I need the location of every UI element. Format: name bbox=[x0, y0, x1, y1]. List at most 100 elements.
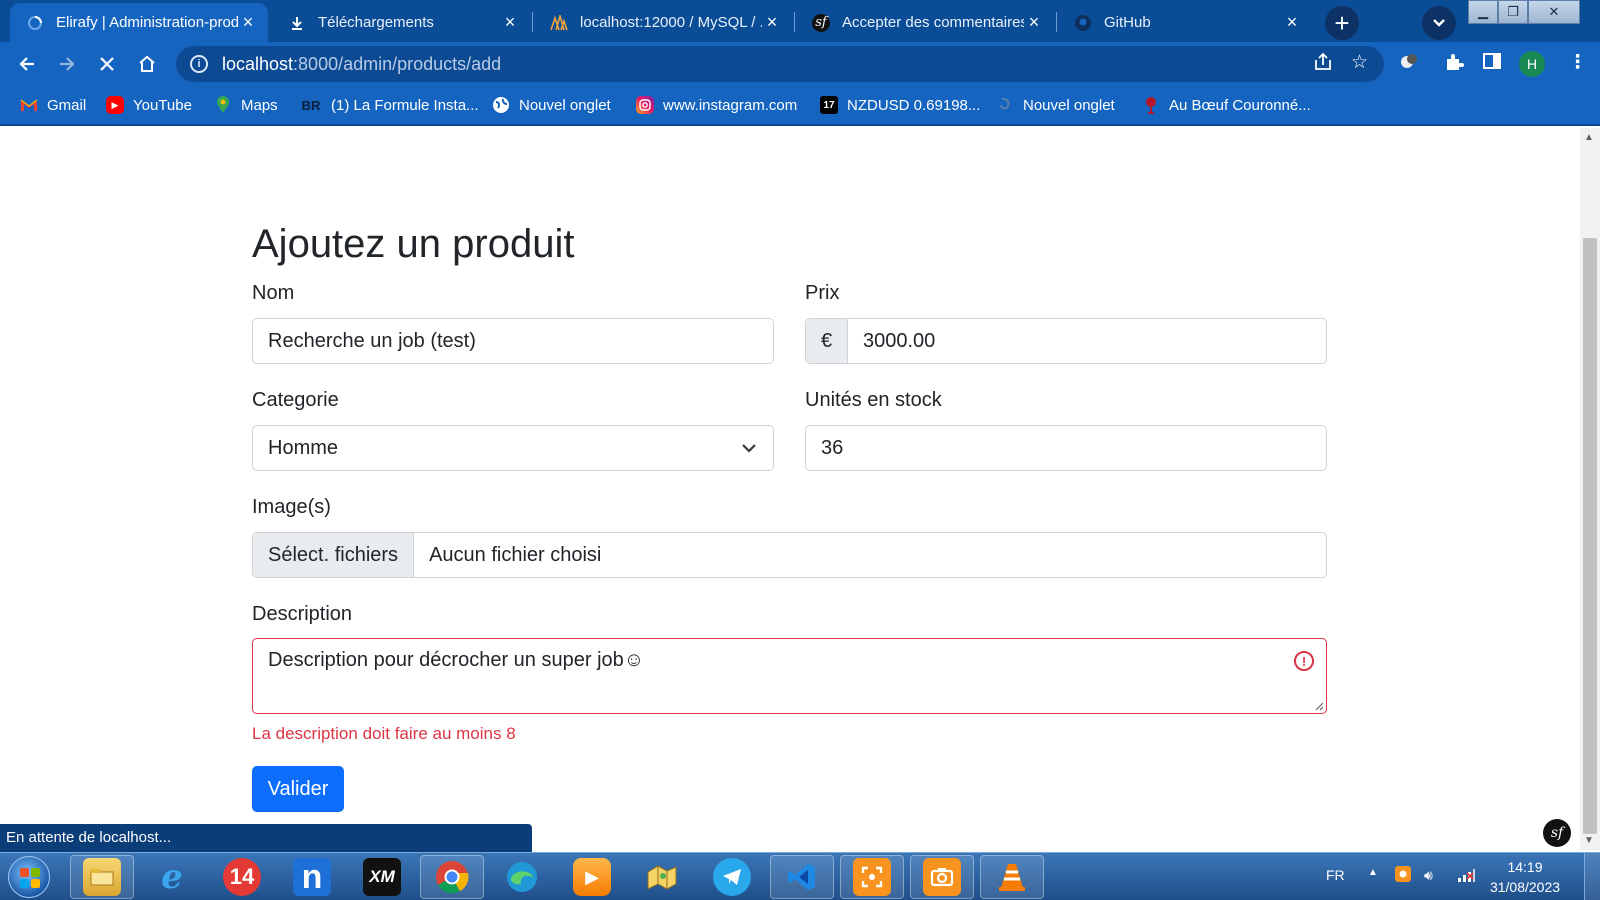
home-button[interactable] bbox=[132, 49, 162, 79]
euro-prefix: € bbox=[806, 319, 848, 363]
bookmark-nouvel-onglet-2[interactable]: Nouvel onglet bbox=[996, 96, 1115, 114]
screenshot-icon[interactable] bbox=[840, 855, 904, 899]
file-explorer-icon[interactable] bbox=[70, 855, 134, 899]
description-label: Description bbox=[252, 603, 353, 625]
name-input[interactable]: Recherche un job (test) bbox=[252, 318, 774, 364]
volume-icon[interactable]: 🔊︎ bbox=[1424, 867, 1433, 884]
arrow-right-icon bbox=[60, 57, 75, 71]
close-icon[interactable]: × bbox=[1282, 12, 1302, 33]
language-indicator[interactable]: FR bbox=[1326, 867, 1345, 883]
start-button[interactable] bbox=[8, 856, 50, 898]
price-label: Prix bbox=[805, 282, 840, 304]
bookmark-gmail[interactable]: Gmail bbox=[20, 96, 86, 114]
url-path: :8000/admin/products/add bbox=[293, 53, 502, 74]
bookmark-instagram[interactable]: www.instagram.com bbox=[636, 96, 797, 114]
bookmark-formule-insta[interactable]: BR (1) La Formule Insta... bbox=[300, 96, 479, 114]
home-icon bbox=[139, 55, 155, 72]
clock-date: 31/08/2023 bbox=[1489, 879, 1561, 895]
tab-phpmyadmin[interactable]: localhost:12000 / MySQL / ... × bbox=[534, 3, 792, 42]
back-button[interactable] bbox=[12, 49, 42, 79]
tab-separator bbox=[794, 12, 795, 32]
gmail-icon bbox=[20, 96, 38, 114]
scroll-down-icon[interactable]: ▼ bbox=[1584, 835, 1594, 846]
n-app-icon[interactable]: n bbox=[280, 855, 344, 899]
category-select[interactable]: Homme bbox=[252, 425, 774, 471]
browser-toolbar: i localhost:8000/admin/products/add ☆ H … bbox=[0, 42, 1600, 86]
windows-logo-icon bbox=[20, 868, 40, 888]
media-player-icon[interactable]: ▶ bbox=[560, 855, 624, 899]
bookmark-label: www.instagram.com bbox=[663, 96, 798, 114]
bookmark-nouvel-onglet[interactable]: Nouvel onglet bbox=[492, 96, 611, 114]
stock-label: Unités en stock bbox=[805, 389, 942, 411]
arrow-left-icon bbox=[19, 57, 34, 71]
minimize-button[interactable]: ▁ bbox=[1468, 0, 1498, 24]
extensions-icon[interactable] bbox=[1443, 51, 1465, 79]
xm-icon[interactable]: XM bbox=[350, 855, 414, 899]
new-tab-button[interactable]: + bbox=[1325, 6, 1359, 40]
close-icon[interactable]: × bbox=[1024, 12, 1044, 33]
extension-puzzle-icon[interactable] bbox=[1398, 51, 1420, 79]
scrollbar-thumb[interactable] bbox=[1583, 238, 1597, 834]
show-hidden-icons[interactable]: ▲ bbox=[1368, 867, 1378, 878]
description-textarea[interactable]: Description pour décrocher un super job☺… bbox=[252, 638, 1327, 714]
bookmark-nzdusd[interactable]: 17 NZDUSD 0.69198... bbox=[820, 96, 980, 114]
star-icon[interactable]: ☆ bbox=[1351, 51, 1368, 74]
price-input[interactable]: 3000.00 bbox=[848, 330, 935, 353]
close-icon[interactable]: × bbox=[762, 12, 782, 33]
show-desktop-button[interactable] bbox=[1584, 853, 1600, 900]
edge-icon[interactable] bbox=[490, 855, 554, 899]
forward-button[interactable] bbox=[52, 49, 82, 79]
info-icon[interactable]: i bbox=[190, 55, 208, 73]
windows-taskbar: e 14 n XM ▶ FR ▲ 🔊︎ 14:19 31/08/2023 bbox=[0, 852, 1600, 900]
internet-explorer-icon[interactable]: e bbox=[140, 855, 204, 899]
tray-app-icon[interactable] bbox=[1394, 865, 1412, 886]
resize-handle-icon[interactable] bbox=[1314, 701, 1324, 711]
close-icon[interactable]: × bbox=[500, 12, 520, 33]
bookmark-label: YouTube bbox=[133, 96, 192, 114]
chevron-down-icon bbox=[742, 444, 756, 453]
app-14-icon[interactable]: 14 bbox=[210, 855, 274, 899]
network-signal-icon[interactable] bbox=[1456, 867, 1476, 886]
page-scrollbar[interactable]: ▲ ▼ bbox=[1580, 128, 1600, 850]
profile-avatar[interactable]: H bbox=[1519, 51, 1545, 77]
globe-icon bbox=[492, 96, 510, 114]
images-label: Image(s) bbox=[252, 496, 331, 518]
name-label: Nom bbox=[252, 282, 295, 304]
address-bar[interactable]: i localhost:8000/admin/products/add bbox=[176, 46, 1384, 82]
menu-kebab-icon[interactable]: ⋮ bbox=[1568, 51, 1587, 74]
category-selected-value: Homme bbox=[268, 436, 339, 459]
tab-elirafy[interactable]: Elirafy | Administration-produits × bbox=[10, 3, 268, 42]
telegram-icon[interactable] bbox=[700, 855, 764, 899]
bookmark-boeuf-couronne[interactable]: Au Bœuf Couronné... bbox=[1142, 96, 1311, 114]
restaurant-icon bbox=[1142, 96, 1160, 114]
scroll-up-icon[interactable]: ▲ bbox=[1584, 132, 1594, 143]
select-files-button[interactable]: Sélect. fichiers bbox=[253, 533, 415, 577]
chrome-icon[interactable] bbox=[420, 855, 484, 899]
stock-input[interactable]: 36 bbox=[805, 425, 1327, 471]
system-clock[interactable]: 14:19 31/08/2023 bbox=[1480, 857, 1570, 897]
bookmark-youtube[interactable]: ▶ YouTube bbox=[106, 96, 192, 114]
tab-search-button[interactable] bbox=[1422, 6, 1456, 40]
symfony-toolbar-icon[interactable]: sf bbox=[1543, 819, 1571, 847]
name-input-value: Recherche un job (test) bbox=[268, 329, 476, 352]
bookmark-maps[interactable]: Maps bbox=[214, 96, 278, 114]
symfony-icon: sf bbox=[812, 13, 830, 32]
vlc-icon[interactable] bbox=[980, 855, 1044, 899]
vscode-icon[interactable] bbox=[770, 855, 834, 899]
chevron-down-icon bbox=[1433, 19, 1445, 27]
side-panel-icon[interactable] bbox=[1482, 51, 1502, 77]
stop-button[interactable] bbox=[92, 49, 122, 79]
maps-app-icon[interactable] bbox=[630, 855, 694, 899]
tab-github[interactable]: GitHub × bbox=[1058, 3, 1312, 42]
restore-button[interactable]: ❐ bbox=[1498, 0, 1528, 24]
close-icon[interactable]: × bbox=[238, 12, 258, 33]
tab-title: GitHub bbox=[1104, 14, 1151, 31]
tab-symfony[interactable]: sf Accepter des commentaires × bbox=[796, 3, 1054, 42]
submit-button[interactable]: Valider bbox=[252, 766, 344, 812]
images-file-input[interactable]: Sélect. fichiers Aucun fichier choisi bbox=[252, 532, 1327, 578]
window-close-button[interactable]: ✕ bbox=[1528, 0, 1580, 24]
camera-icon[interactable] bbox=[910, 855, 974, 899]
page-content: Ajoutez un produit Nom Recherche un job … bbox=[0, 128, 1580, 850]
share-icon[interactable] bbox=[1312, 51, 1334, 79]
tab-downloads[interactable]: Téléchargements × bbox=[272, 3, 530, 42]
